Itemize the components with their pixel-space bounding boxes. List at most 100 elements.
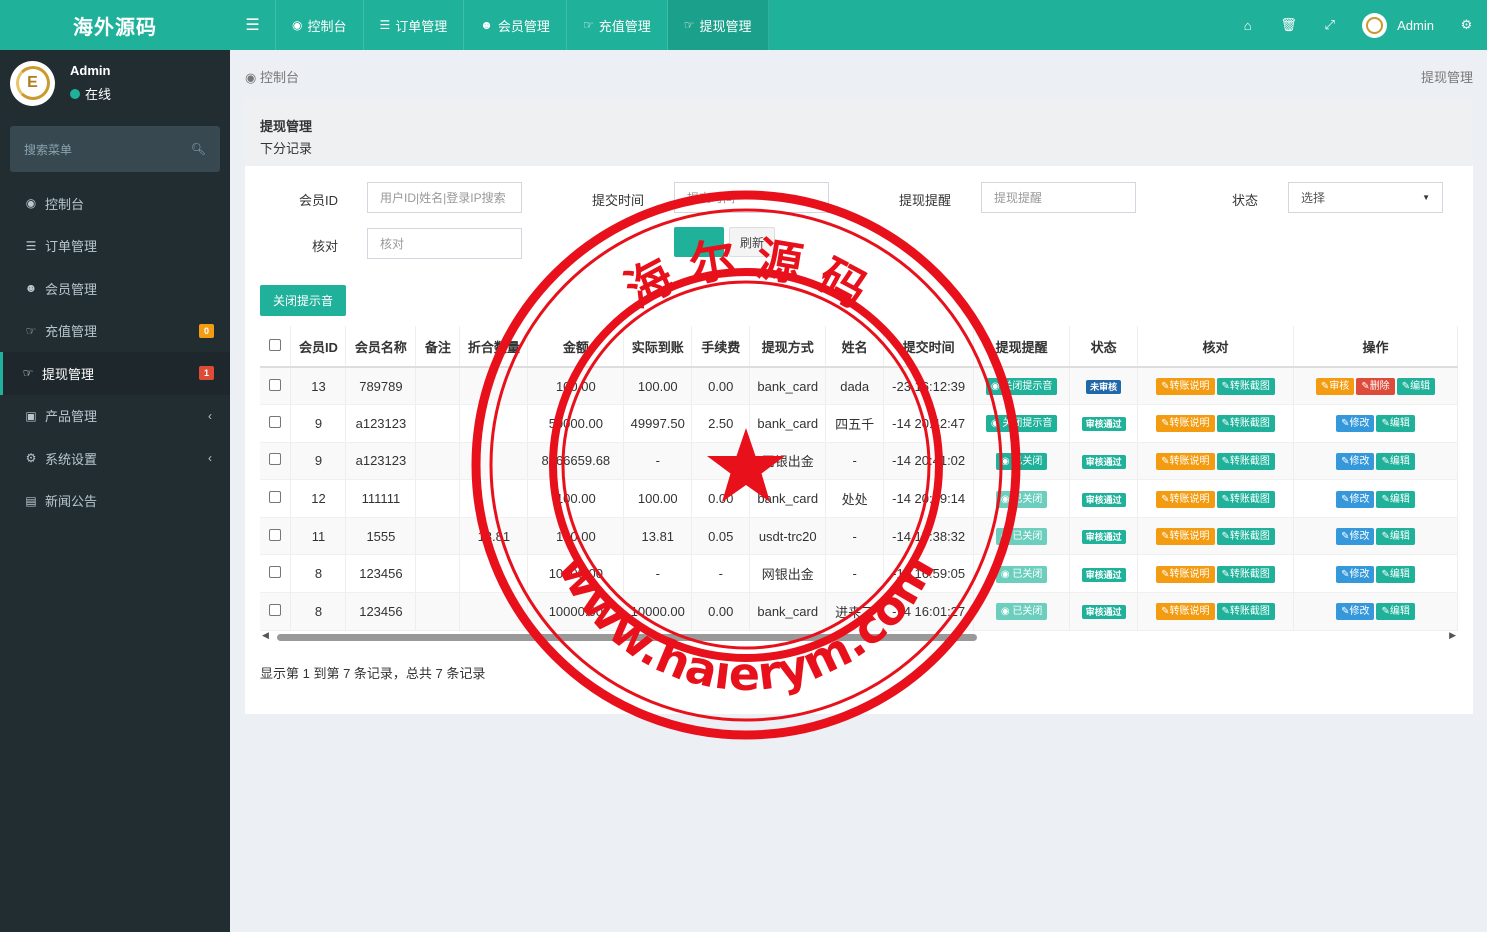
modify-button[interactable]: ✎修改 [1336, 452, 1375, 470]
tab-dashboard[interactable]: ◉ 控制台 [276, 0, 364, 50]
transfer-note-button[interactable]: ✎转账说明 [1156, 528, 1215, 546]
edit-button[interactable]: ✎编辑 [1376, 490, 1415, 508]
sidebar-item-recharge[interactable]: ☞ 充值管理 0 [0, 310, 230, 353]
tab-withdraw[interactable]: ☞ 提现管理 [667, 0, 769, 50]
transfer-screenshot-button[interactable]: ✎转账截图 [1216, 452, 1275, 470]
search-button[interactable] [674, 227, 724, 257]
col-header[interactable]: 金额 [527, 326, 625, 368]
edit-button[interactable]: ✎编辑 [1376, 603, 1415, 621]
refresh-button[interactable]: 刷新 [729, 227, 775, 257]
row-checkbox[interactable] [269, 453, 282, 466]
scroll-left-icon[interactable]: ◀ [262, 630, 269, 641]
review-button[interactable]: ✎审核 [1315, 378, 1355, 396]
table-row[interactable]: 13 789789 100.00 100.00 0.00 bank_card dada -23… [260, 367, 1458, 406]
col-header[interactable]: 状态 [1069, 326, 1139, 368]
table-row[interactable]: 12 111111 100.00 100.00 0.00 bank_card 处处 -14 2… [260, 479, 1458, 518]
transfer-note-button[interactable]: ✎转账说明 [1156, 565, 1215, 583]
edit-button[interactable]: ✎编辑 [1376, 528, 1415, 546]
col-header[interactable]: 折合数量 [459, 326, 529, 368]
transfer-screenshot-button[interactable]: ✎转账截图 [1216, 565, 1275, 583]
brand-logo[interactable]: 海外源码 [0, 0, 230, 50]
tab-orders[interactable]: ☰ 订单管理 [364, 0, 465, 50]
delete-button[interactable]: ✎删除 [1356, 378, 1395, 396]
row-checkbox[interactable] [269, 415, 282, 428]
scrollbar-thumb[interactable] [277, 634, 977, 641]
col-header[interactable]: 姓名 [825, 326, 885, 368]
row-checkbox[interactable] [269, 491, 282, 504]
member-id-input[interactable]: 用户ID|姓名|登录IP搜索 [367, 182, 522, 213]
horizontal-scrollbar[interactable]: ◀ ▶ [260, 630, 1458, 643]
sidebar-item-orders[interactable]: ☰ 订单管理 [0, 225, 230, 268]
reminder-button[interactable]: ◉ 关闭提示音 [985, 378, 1058, 396]
col-header[interactable]: 提现方式 [749, 326, 827, 368]
col-header[interactable]: 会员名称 [345, 326, 417, 368]
col-header[interactable]: 备注 [415, 326, 461, 368]
reminder-button[interactable]: ◉ 已关闭 [995, 603, 1048, 621]
col-header[interactable]: 提交时间 [883, 326, 975, 368]
reminder-input[interactable]: 提现提醒 [981, 182, 1136, 213]
col-header[interactable]: 实际到账 [623, 326, 693, 368]
transfer-note-button[interactable]: ✎转账说明 [1156, 415, 1215, 433]
transfer-note-button[interactable]: ✎转账说明 [1156, 603, 1215, 621]
search-icon[interactable]: 🔍︎ [191, 142, 206, 156]
transfer-screenshot-button[interactable]: ✎转账截图 [1216, 603, 1275, 621]
fullscreen-icon[interactable]: ⤢ [1309, 17, 1350, 33]
table-row[interactable]: 9 a123123 50000.00 49997.50 2.50 bank_card 四五千… [260, 404, 1458, 443]
tab-members[interactable]: ☻ 会员管理 [464, 0, 567, 50]
reminder-button[interactable]: ◉ 已关闭 [995, 528, 1048, 546]
table-row[interactable]: 11 1555 13.81 100.00 13.81 0.05 usdt-trc20 - -14… [260, 517, 1458, 556]
tab-recharge[interactable]: ☞ 充值管理 [567, 0, 668, 50]
sidebar-item-products[interactable]: ▣ 产品管理 ‹ [0, 395, 230, 438]
col-header[interactable]: 手续费 [691, 326, 751, 368]
table-row[interactable]: 8 123456 10000.00 - - 网银出金 - -14 16:59:05 ◉ 已关闭 审… [260, 554, 1458, 594]
modify-button[interactable]: ✎修改 [1336, 565, 1375, 583]
col-header[interactable]: 提现提醒 [973, 326, 1071, 368]
breadcrumb-home[interactable]: ◉ 控制台 [245, 67, 299, 86]
edit-button[interactable]: ✎编辑 [1376, 565, 1415, 583]
trash-icon[interactable]: 🗑︎ [1268, 17, 1309, 33]
reminder-button[interactable]: ◉ 关闭提示音 [985, 415, 1058, 433]
reminder-button[interactable]: ◉ 已关闭 [995, 565, 1048, 583]
transfer-note-button[interactable]: ✎转账说明 [1156, 452, 1215, 470]
reminder-button[interactable]: ◉ 已关闭 [995, 452, 1048, 470]
sidebar-item-dashboard[interactable]: ◉ 控制台 [0, 182, 230, 225]
row-checkbox[interactable] [269, 603, 282, 616]
col-header[interactable]: 会员ID [290, 326, 347, 368]
modify-button[interactable]: ✎修改 [1336, 415, 1375, 433]
transfer-screenshot-button[interactable]: ✎转账截图 [1216, 415, 1275, 433]
scroll-right-icon[interactable]: ▶ [1449, 630, 1456, 641]
row-checkbox[interactable] [269, 378, 282, 391]
sidebar-item-withdraw[interactable]: ☞ 提现管理 1 [0, 352, 230, 395]
sidebar-toggle-button[interactable]: ☰ [230, 0, 276, 50]
sidebar-item-news[interactable]: ▤ 新闻公告 [0, 480, 230, 523]
modify-button[interactable]: ✎修改 [1336, 528, 1375, 546]
transfer-note-button[interactable]: ✎转账说明 [1156, 490, 1215, 508]
check-input[interactable]: 核对 [367, 228, 522, 259]
transfer-note-button[interactable]: ✎转账说明 [1156, 378, 1215, 396]
table-row[interactable]: 9 a123123 8866659.68 - - 网银出金 - -14 20:41:02 ◉ 已… [260, 442, 1458, 481]
edit-button[interactable]: ✎编辑 [1376, 452, 1415, 470]
row-checkbox[interactable] [269, 528, 282, 541]
submit-time-input[interactable]: 提交时间 [674, 182, 829, 213]
cogs-icon[interactable]: ⚙ [1446, 17, 1487, 33]
reminder-button[interactable]: ◉ 已关闭 [995, 490, 1048, 508]
select-all-checkbox[interactable] [260, 326, 292, 368]
sidebar-item-settings[interactable]: ⚙ 系统设置 ‹ [0, 437, 230, 480]
modify-button[interactable]: ✎修改 [1336, 603, 1375, 621]
sidebar-item-members[interactable]: ☻ 会员管理 [0, 267, 230, 310]
home-icon[interactable]: ⌂ [1227, 18, 1268, 33]
nav-user-menu[interactable]: Admin [1350, 12, 1446, 38]
edit-button[interactable]: ✎编辑 [1376, 415, 1415, 433]
edit-button[interactable]: ✎编辑 [1396, 378, 1436, 396]
modify-button[interactable]: ✎修改 [1336, 490, 1375, 508]
col-header[interactable]: 操作 [1293, 326, 1458, 368]
col-header[interactable]: 核对 [1137, 326, 1294, 368]
transfer-screenshot-button[interactable]: ✎转账截图 [1216, 490, 1275, 508]
status-select[interactable]: 选择 ▼ [1288, 182, 1443, 213]
close-sound-button[interactable]: 关闭提示音 [260, 285, 347, 316]
transfer-screenshot-button[interactable]: ✎转账截图 [1216, 378, 1275, 396]
menu-search-input[interactable]: 搜索菜单 🔍︎ [10, 126, 220, 172]
table-row[interactable]: 8 123456 10000.00 10000.00 0.00 bank_card 进来了 -… [260, 592, 1458, 631]
transfer-screenshot-button[interactable]: ✎转账截图 [1216, 528, 1275, 546]
row-checkbox[interactable] [269, 566, 282, 579]
